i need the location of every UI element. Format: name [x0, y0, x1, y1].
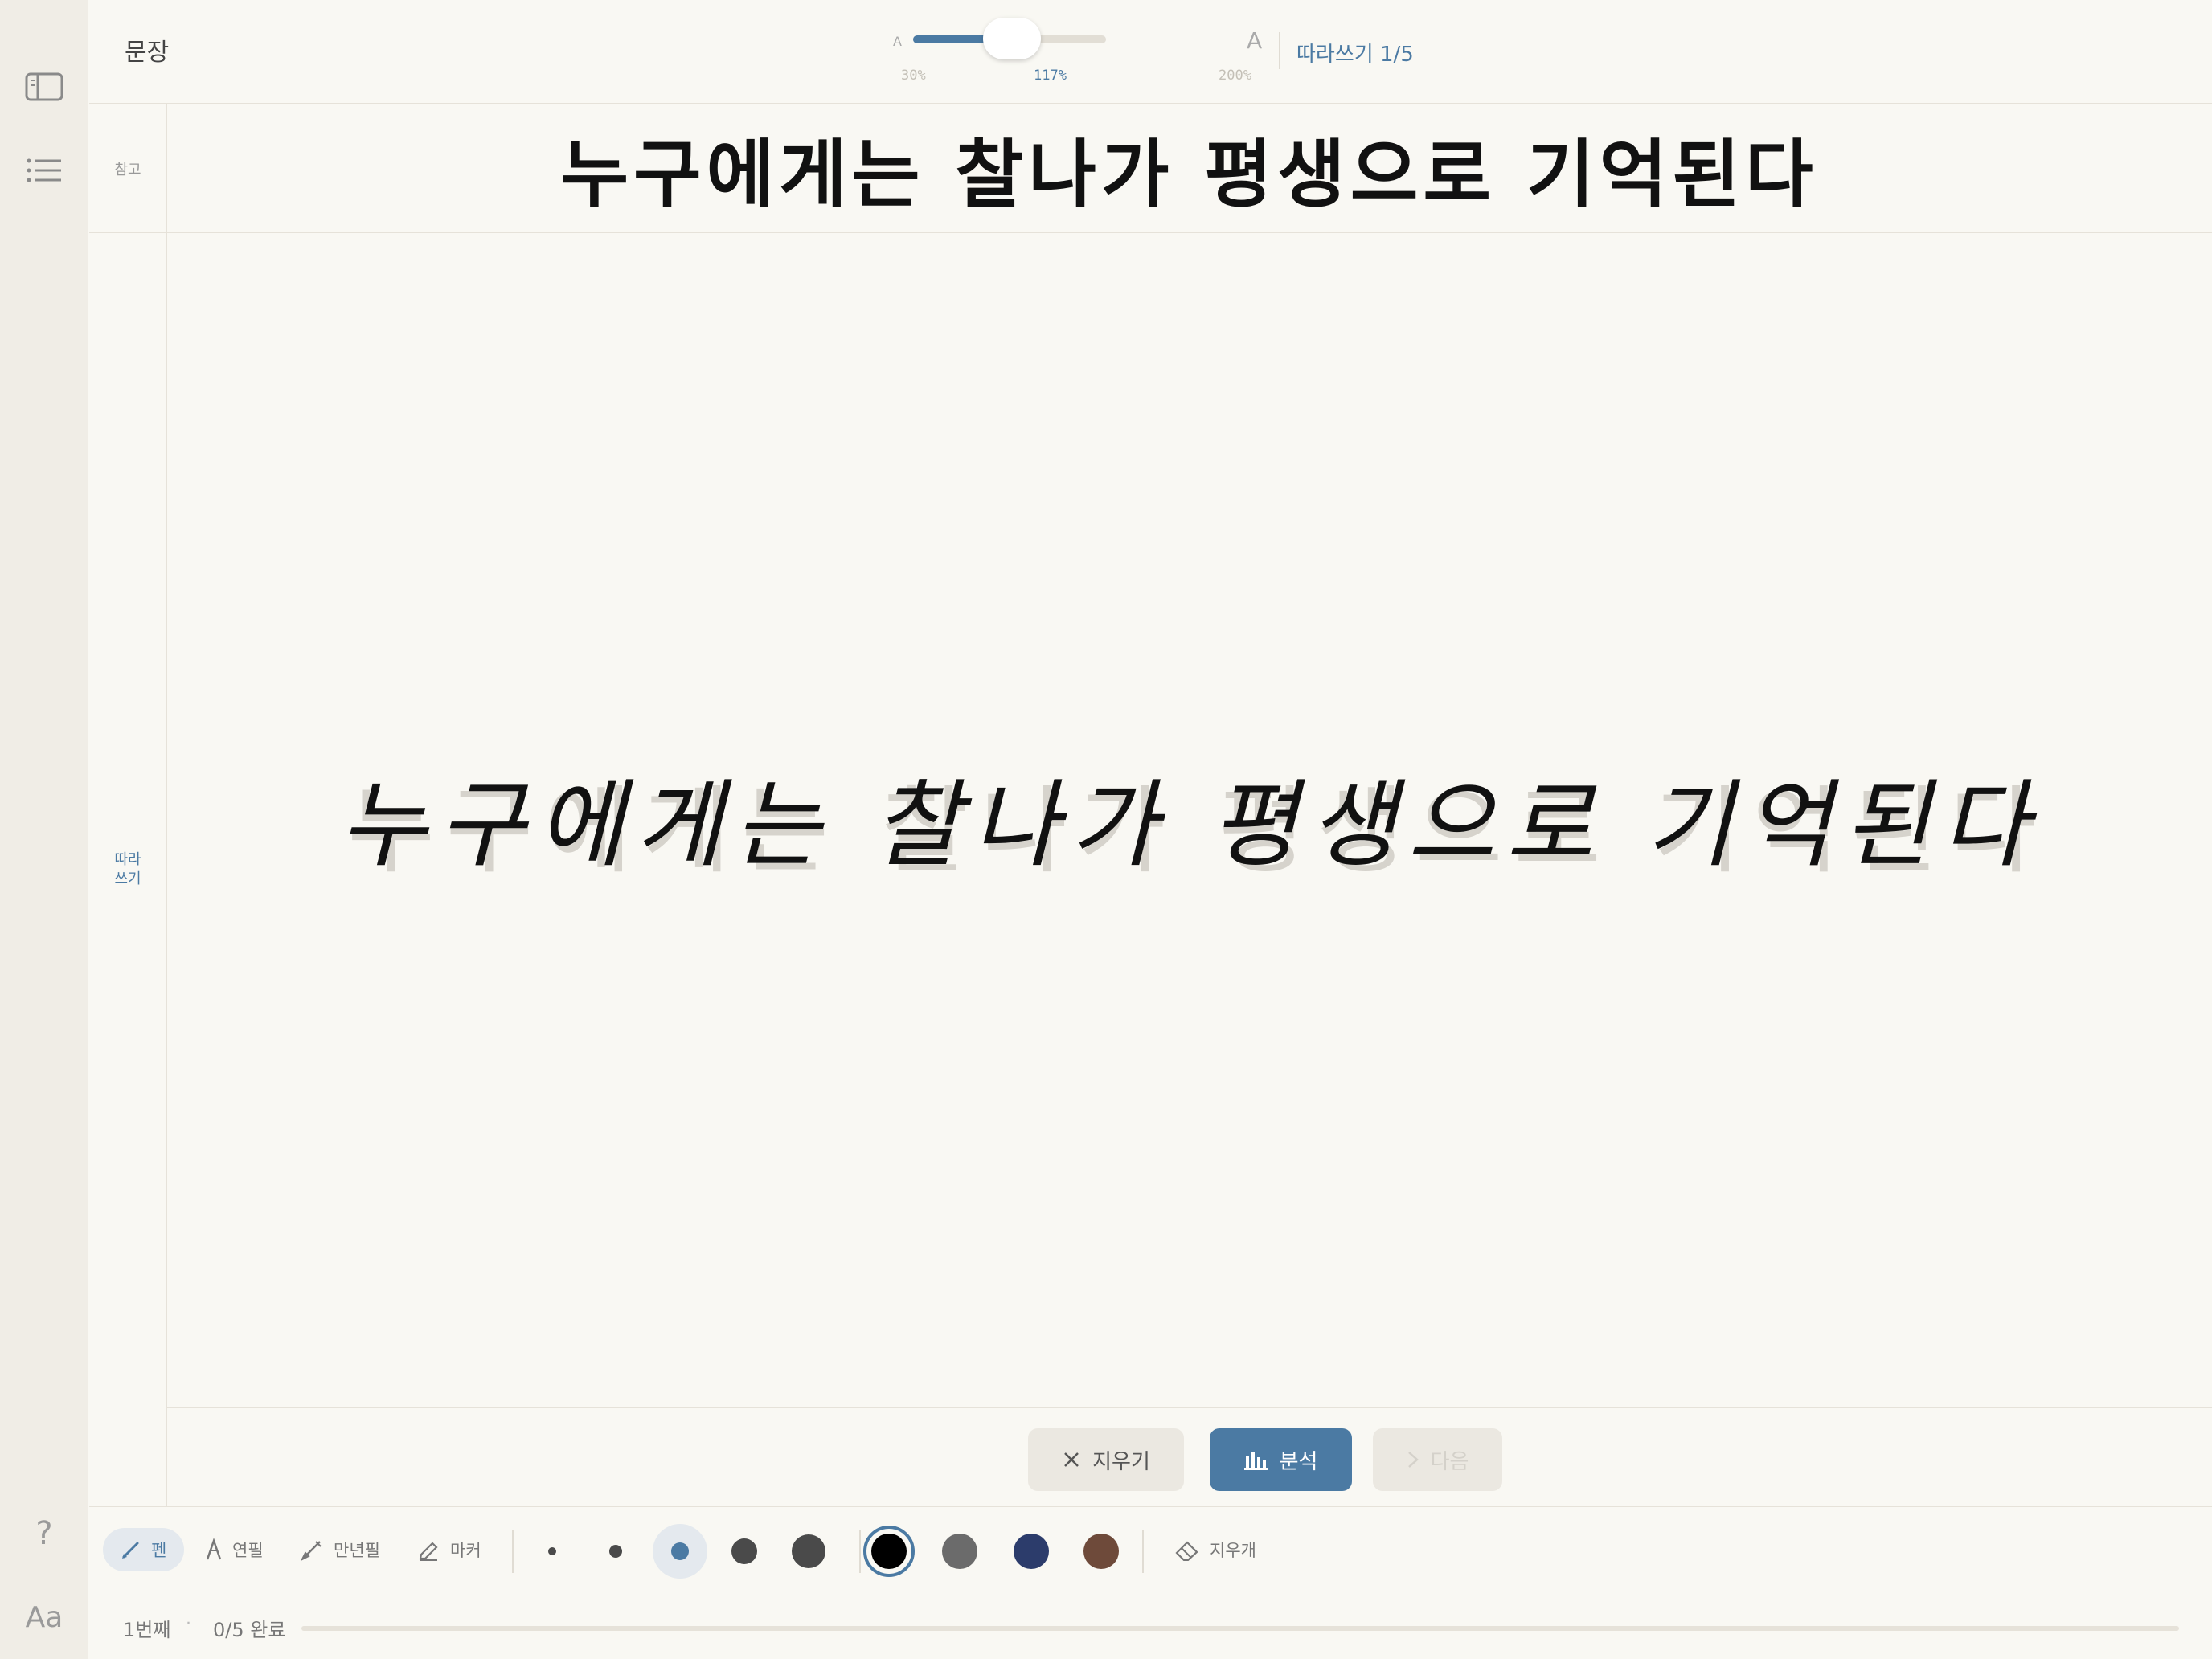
marker-icon — [419, 1542, 438, 1561]
header-divider — [1279, 32, 1280, 69]
stroke-size-2[interactable] — [609, 1545, 622, 1558]
pen-icon — [122, 1542, 139, 1559]
trace-area: 따라 쓰기 누구에게는 찰나가 평생으로 기억된다 누구에게는 찰나가 평생으로… — [89, 233, 2212, 1506]
color-navy[interactable] — [1014, 1534, 1049, 1569]
color-black[interactable] — [871, 1534, 907, 1569]
fountain-pen-icon — [300, 1541, 322, 1561]
left-rail: ? Aa — [0, 0, 88, 1659]
pencil-icon — [206, 1538, 222, 1560]
tool-bar: 펜 연필 만년필 마커 지우개 — [89, 1506, 2212, 1595]
zoom-track[interactable] — [913, 18, 1106, 59]
reference-row: 참고 누구에게는 찰나가 평생으로 기억된다 — [89, 104, 2212, 233]
top-bar: 문장 A A 30% 117% 200% 따라쓰기 1/5 — [89, 0, 2212, 104]
color-brown[interactable] — [1083, 1534, 1119, 1569]
next-button[interactable]: 다음 — [1373, 1428, 1502, 1491]
tool-pen-label: 펜 — [151, 1541, 167, 1560]
color-gray[interactable] — [942, 1534, 977, 1569]
stroke-size-3[interactable] — [671, 1542, 689, 1560]
zoom-slider[interactable]: A A 30% 117% 200% — [893, 18, 1343, 90]
analyze-button[interactable]: 분석 — [1210, 1428, 1352, 1491]
item-index: 1번째 — [123, 1619, 171, 1641]
font-settings-button[interactable]: Aa — [20, 1593, 68, 1641]
tool-eraser[interactable]: 지우개 — [1157, 1528, 1274, 1571]
trace-count[interactable]: 따라쓰기 1/5 — [1296, 38, 1414, 68]
chevron-right-icon — [1407, 1452, 1419, 1468]
mode-selector[interactable]: 문장 — [125, 32, 169, 68]
trace-label-line2: 쓰기 — [114, 870, 141, 887]
toolbar-divider — [1142, 1530, 1144, 1573]
stroke-size-5[interactable] — [792, 1534, 825, 1568]
tool-marker-label: 마커 — [450, 1541, 481, 1560]
status-separator: · — [186, 1614, 191, 1634]
zoom-current-label: 117% — [1034, 68, 1067, 84]
zoom-max-label: 200% — [1219, 68, 1251, 84]
close-icon — [1064, 1452, 1079, 1467]
stroke-size-1[interactable] — [548, 1547, 556, 1555]
tool-fountain-pen[interactable]: 만년필 — [282, 1528, 398, 1571]
tool-pencil-label: 연필 — [232, 1541, 264, 1560]
handwritten-strokes: 누구에게는 찰나가 평생으로 기억된다 — [339, 769, 2040, 880]
reference-sentence: 누구에게는 찰나가 평생으로 기억된다 — [560, 132, 1818, 218]
tool-pen[interactable]: 펜 — [103, 1528, 185, 1571]
action-bar: 지우기 분석 다음 — [167, 1408, 2212, 1506]
zoom-thumb[interactable] — [982, 18, 1041, 59]
trace-label: 따라 쓰기 — [89, 850, 166, 889]
eraser-icon — [1175, 1541, 1198, 1561]
zoom-small-a: A — [893, 34, 902, 49]
writing-canvas[interactable]: 누구에게는 찰나가 평생으로 기억된다 누구에게는 찰나가 평생으로 기억된다 — [167, 233, 2212, 1408]
reference-label: 참고 — [114, 162, 141, 178]
tool-marker[interactable]: 마커 — [399, 1528, 499, 1571]
list-icon[interactable] — [20, 146, 68, 195]
clear-button[interactable]: 지우기 — [1028, 1428, 1184, 1491]
toolbar-divider — [859, 1530, 861, 1573]
trace-label-line1: 따라 — [114, 851, 141, 868]
tool-eraser-label: 지우개 — [1210, 1541, 1256, 1560]
progress-bar — [301, 1626, 2179, 1631]
toolbar-divider — [512, 1530, 514, 1573]
zoom-big-a: A — [1247, 27, 1263, 54]
chart-icon — [1243, 1452, 1268, 1470]
completion-count: 0/5 완료 — [213, 1619, 286, 1641]
status-bar: 1번째 · 0/5 완료 — [89, 1595, 2212, 1659]
zoom-min-label: 30% — [901, 68, 926, 84]
stroke-size-4[interactable] — [731, 1538, 757, 1564]
tool-fountain-pen-label: 만년필 — [334, 1541, 380, 1560]
help-button[interactable]: ? — [20, 1509, 68, 1558]
sidebar-toggle-icon[interactable] — [20, 63, 68, 111]
next-label: 다음 — [1430, 1449, 1469, 1474]
analyze-label: 분석 — [1279, 1449, 1318, 1474]
clear-label: 지우기 — [1092, 1449, 1150, 1474]
tool-pencil[interactable]: 연필 — [187, 1528, 281, 1571]
